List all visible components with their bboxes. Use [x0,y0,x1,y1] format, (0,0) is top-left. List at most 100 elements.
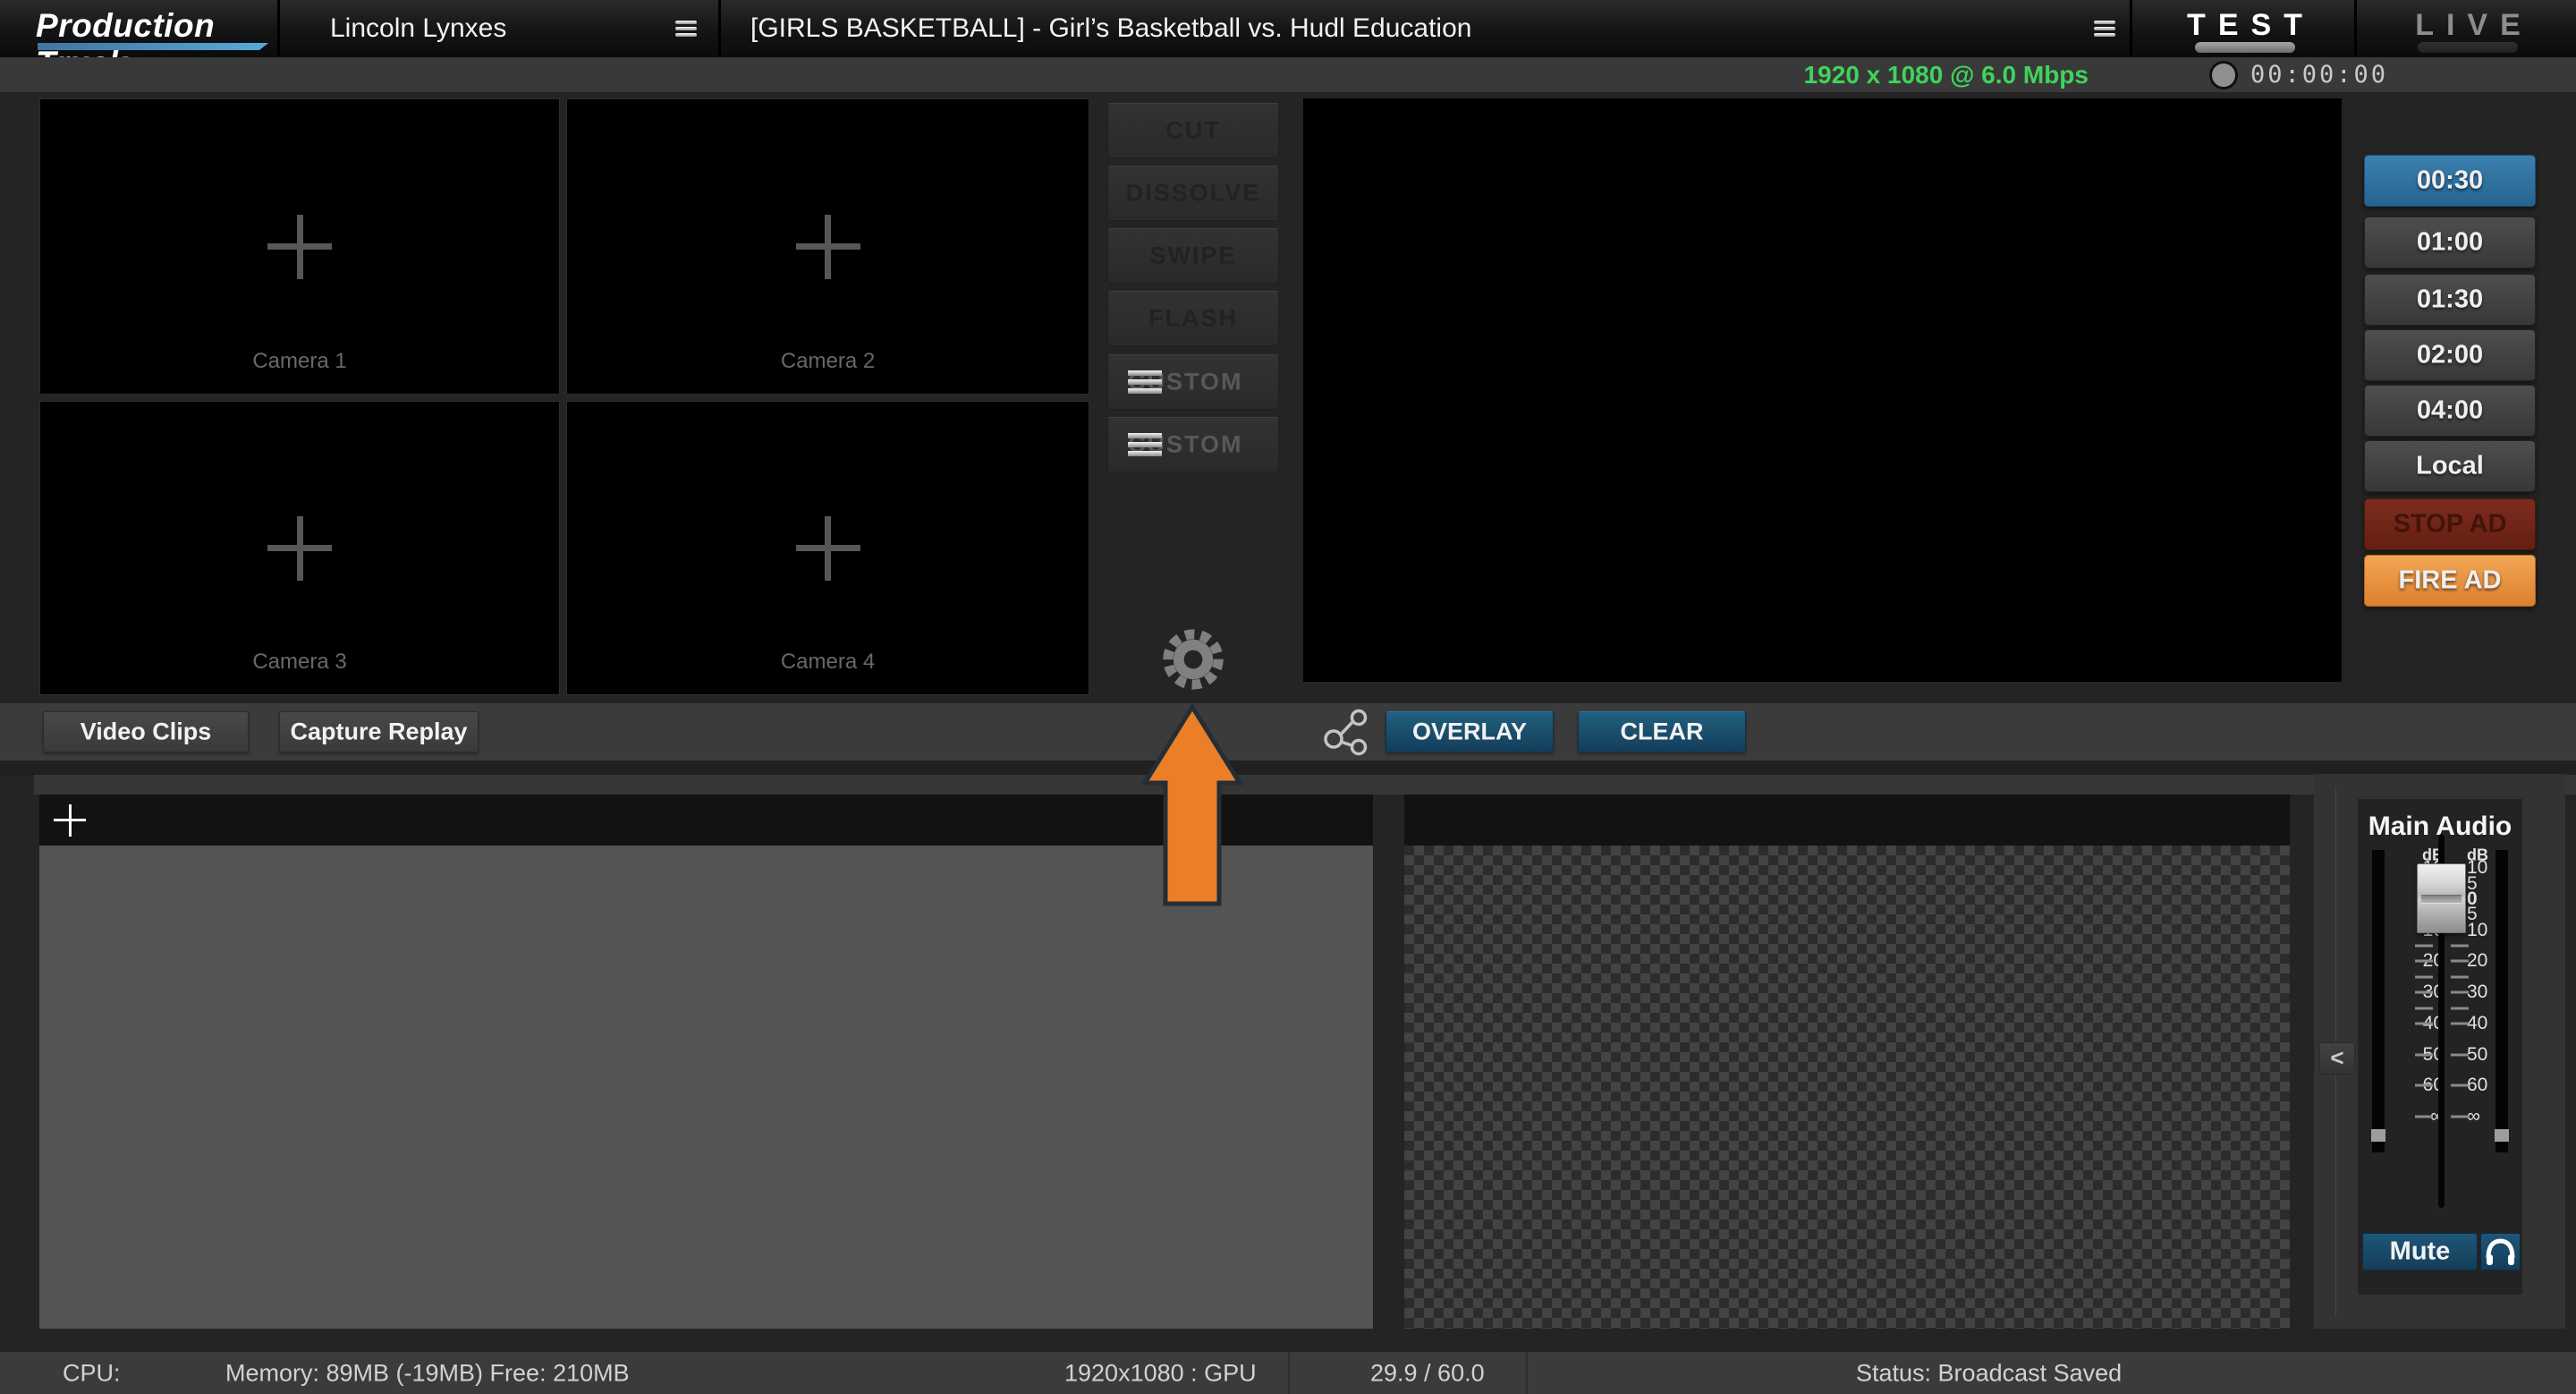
ad-duration-0400-button[interactable]: 04:00 [2364,385,2536,437]
overlay-panel-header [1404,795,2290,846]
audio-scale-tick [2415,960,2433,963]
transition-dissolve-button[interactable]: DISSOLVE [1107,166,1279,221]
resolution-stat: 1920x1080 : GPU [1064,1359,1257,1387]
audio-scale-tick [2451,1116,2469,1118]
overlay-button[interactable]: OVERLAY [1385,711,1554,752]
audio-scale-tick [2451,1007,2469,1010]
fader-groove [2421,895,2462,904]
logo-section: Production Truck [0,0,277,57]
live-label: LIVE [2357,8,2576,43]
audio-scale-tick [2415,1054,2433,1057]
broadcast-title: [GIRLS BASKETBALL] - Girl’s Basketball v… [750,13,1471,44]
memory-stat: Memory: 89MB (-19MB) Free: 210MB [225,1359,630,1387]
audio-scale-tick [2415,991,2433,994]
video-clips-button[interactable]: Video Clips [43,711,249,752]
overlay-transparency-area [1404,846,2290,1329]
audio-scale-tick [2451,991,2469,994]
broadcast-status: Status: Broadcast Saved [1856,1359,2122,1387]
camera-tile-2[interactable]: Camera 2 [566,98,1089,395]
camera-tile-3[interactable]: Camera 3 [39,401,560,695]
camera-tile-4[interactable]: Camera 4 [566,401,1089,695]
cpu-stat: CPU: [63,1359,121,1387]
audio-scale-label: 50 [2467,1044,2503,1066]
clear-button[interactable]: CLEAR [1578,711,1746,752]
test-label: TEST [2132,8,2357,43]
status-bar: CPU: Memory: 89MB (-19MB) Free: 210MB 19… [0,1350,2576,1394]
transition-custom-2-button[interactable]: CUSTOM [1107,417,1279,472]
transition-flash-button[interactable]: FLASH [1107,291,1279,346]
audio-scale-tick [2451,976,2469,979]
clips-panel-body [39,846,1373,1329]
settings-gear-icon[interactable] [1160,626,1226,693]
divider-strip [34,775,2576,795]
audio-scale-tick [2415,1007,2433,1010]
fader-knob[interactable] [2417,863,2466,933]
audio-scale-label: 10 [2467,920,2503,941]
record-timer: 00:00:00 [2209,61,2388,89]
audio-scale-tick [2451,1023,2469,1025]
team-menu-icon[interactable] [675,18,697,39]
stop-ad-button[interactable]: STOP AD [2364,498,2536,550]
camera-label: Camera 2 [567,349,1089,374]
custom-menu-icon[interactable] [1128,429,1162,460]
fps-stat: 29.9 / 60.0 [1370,1359,1485,1387]
audio-scale-label: ∞ [2467,1106,2503,1127]
add-source-icon [796,516,860,581]
clips-bar: Video Clips Capture Replay OVERLAY CLEAR [0,703,2576,761]
team-name: Lincoln Lynxes [330,13,506,44]
collapse-audio-button[interactable]: < [2319,1042,2355,1075]
audio-panel: < Main Audio dB10505102030405060∞ dB1050… [2314,774,2565,1329]
pointer-arrow-annotation [1140,701,1245,914]
audio-scale-tick [2415,976,2433,979]
test-indicator [2195,42,2295,53]
camera-label: Camera 4 [567,650,1089,675]
live-indicator [2418,42,2518,53]
audio-mixer: Main Audio dB10505102030405060∞ dB105051… [2358,799,2522,1295]
camera-label: Camera 1 [40,349,559,374]
add-source-icon [267,516,332,581]
add-source-icon [267,215,332,279]
ad-duration-0200-button[interactable]: 02:00 [2364,329,2536,381]
test-button[interactable]: TEST [2130,0,2357,57]
headphones-button[interactable] [2480,1233,2521,1271]
team-section[interactable]: Lincoln Lynxes [277,0,721,57]
mute-button[interactable]: Mute [2362,1233,2478,1271]
audio-scale-tick [2415,1116,2433,1118]
broadcast-title-section[interactable]: [GIRLS BASKETBALL] - Girl’s Basketball v… [718,0,2132,57]
broadcast-menu-icon[interactable] [2094,18,2115,39]
add-source-icon [796,215,860,279]
audio-scale-label: 20 [2467,950,2503,972]
audio-scale-tick [2415,1084,2433,1087]
capture-replay-button[interactable]: Capture Replay [279,711,479,752]
divider-strip [0,761,2576,775]
ad-duration-0100-button[interactable]: 01:00 [2364,217,2536,268]
fire-ad-button[interactable]: FIRE AD [2364,555,2536,607]
status-row: 1920 x 1080 @ 6.0 Mbps 00:00:00 [0,57,2576,92]
transition-custom-1-button[interactable]: CUSTOM [1107,354,1279,410]
add-clip-icon[interactable] [54,804,86,837]
status-divider [1288,1352,1290,1394]
live-button[interactable]: LIVE [2354,0,2576,57]
status-divider [1526,1352,1528,1394]
audio-scale-label: 60 [2467,1075,2503,1096]
custom-menu-icon[interactable] [1128,367,1162,397]
audio-scale-tick [2451,1084,2469,1087]
transition-swipe-button[interactable]: SWIPE [1107,228,1279,284]
audio-scale-label: 30 [2467,982,2503,1003]
camera-label: Camera 3 [40,650,559,675]
audio-scale-tick [2451,1054,2469,1057]
share-nodes-icon[interactable] [1322,705,1376,763]
camera-tile-1[interactable]: Camera 1 [39,98,560,395]
program-monitor [1303,98,2342,682]
logo-underline [38,43,268,50]
headphones-icon [2481,1235,2520,1271]
ad-duration-0030-button[interactable]: 00:30 [2364,155,2536,207]
audio-scale-right: dB10505102030405060∞ [2467,799,2503,1295]
transition-cut-button[interactable]: CUT [1107,103,1279,158]
ad-duration-0130-button[interactable]: 01:30 [2364,274,2536,326]
audio-scale-tick [2451,945,2469,948]
audio-scale-left: dB10505102030405060∞ [2383,799,2413,1295]
audio-scale-tick [2415,1023,2433,1025]
ad-local-button[interactable]: Local [2364,440,2536,492]
timecode: 00:00:00 [2250,61,2388,89]
